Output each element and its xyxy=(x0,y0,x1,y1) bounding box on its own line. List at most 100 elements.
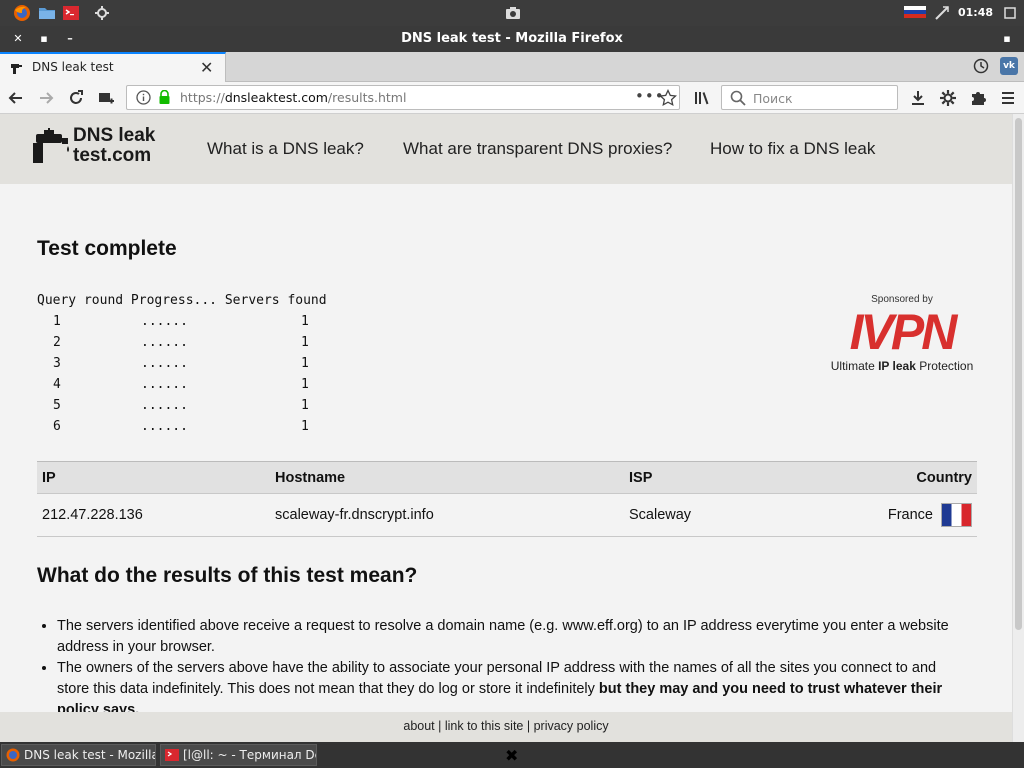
tap-favicon-icon xyxy=(10,61,24,80)
reload-button[interactable] xyxy=(65,87,87,109)
round-number: 4 xyxy=(53,377,61,392)
search-icon xyxy=(730,90,746,110)
firefox-icon[interactable] xyxy=(13,4,31,22)
network-icon[interactable] xyxy=(933,4,951,22)
query-round-row: 2...... 1 xyxy=(37,332,361,353)
system-panel: 01:48 xyxy=(0,0,1024,26)
country-name: France xyxy=(887,506,933,523)
taskbar-item-terminal[interactable]: [l@ll: ~ - Терминал De... xyxy=(160,744,317,766)
library-icon[interactable] xyxy=(691,87,713,109)
folder-icon[interactable] xyxy=(38,4,56,22)
table-row: 212.47.228.136 scaleway-fr.dnscrypt.info… xyxy=(37,493,977,537)
navigation-toolbar: https://dnsleaktest.com/results.html •••… xyxy=(0,82,1024,114)
col-hostname: Hostname xyxy=(270,461,624,494)
nav-how-to-fix[interactable]: How to fix a DNS leak xyxy=(710,139,875,159)
footer-separator: | xyxy=(523,719,534,733)
taskbar-item-label: [l@ll: ~ - Терминал De... xyxy=(183,748,316,762)
downloads-icon[interactable] xyxy=(907,87,929,109)
query-round-row: 4...... 1 xyxy=(37,374,361,395)
round-progress: ...... xyxy=(141,398,188,413)
round-servers: 1 xyxy=(301,419,309,434)
search-input[interactable]: Поиск xyxy=(753,91,793,106)
gear-icon[interactable] xyxy=(937,87,959,109)
site-logo[interactable]: DNS leak test.com xyxy=(73,126,155,166)
window-titlebar: ✕ ▪ – DNS leak test - Mozilla Firefox ▪ xyxy=(0,26,1024,52)
power-icon[interactable] xyxy=(1001,4,1019,22)
query-rounds-list: 1...... 1 2...... 1 3...... 1 4...... 1 5...... 1… xyxy=(37,311,361,437)
list-item: The servers identified above receive a r… xyxy=(57,616,967,658)
test-complete-heading: Test complete xyxy=(37,237,177,260)
footer-separator: | xyxy=(434,719,445,733)
col-ip: IP xyxy=(37,461,270,494)
url-bar[interactable]: https://dnsleaktest.com/results.html ••• xyxy=(126,85,680,110)
faucet-logo-icon[interactable] xyxy=(32,128,72,172)
footer-about-link[interactable]: about xyxy=(403,719,434,733)
round-servers: 1 xyxy=(301,377,309,392)
back-button[interactable] xyxy=(5,87,27,109)
round-number: 6 xyxy=(53,419,61,434)
query-columns-header: Query round Progress... Servers found xyxy=(37,293,327,308)
terminal-icon[interactable] xyxy=(62,4,80,22)
nav-transparent-dns-proxies[interactable]: What are transparent DNS proxies? xyxy=(403,139,672,159)
results-meaning-heading: What do the results of this test mean? xyxy=(37,564,418,587)
round-servers: 1 xyxy=(301,398,309,413)
footer-link-to-site[interactable]: link to this site xyxy=(445,719,524,733)
page-content: DNS leak test.com What is a DNS leak? Wh… xyxy=(0,114,1012,712)
firefox-icon xyxy=(6,748,20,762)
results-header-row: IP Hostname ISP Country xyxy=(37,461,977,494)
window-menu-icon[interactable]: ▪ xyxy=(999,31,1015,47)
search-bar[interactable]: Поиск xyxy=(721,85,898,110)
taskbar-item-firefox[interactable]: DNS leak test - Mozilla ... xyxy=(1,744,156,766)
vk-icon[interactable]: vk xyxy=(1000,57,1018,75)
results-explanation-list: The servers identified above receive a r… xyxy=(37,616,967,712)
tab-title: DNS leak test xyxy=(32,60,114,74)
site-header: DNS leak test.com What is a DNS leak? Wh… xyxy=(0,114,1012,184)
close-tab-icon[interactable]: ✕ xyxy=(200,58,213,77)
taskbar: DNS leak test - Mozilla ... [l@ll: ~ - Т… xyxy=(0,742,1024,768)
list-item: The owners of the servers above have the… xyxy=(57,658,967,712)
footer-privacy-link[interactable]: privacy policy xyxy=(534,719,609,733)
france-flag-icon xyxy=(941,503,972,527)
sponsor-block[interactable]: Sponsored by IVPN Ultimate IP leak Prote… xyxy=(822,294,982,373)
russia-flag-icon[interactable] xyxy=(904,4,926,22)
cell-hostname: scaleway-fr.dnscrypt.info xyxy=(270,493,624,537)
round-number: 3 xyxy=(53,356,61,371)
clock[interactable]: 01:48 xyxy=(958,6,993,19)
info-icon[interactable] xyxy=(136,90,151,109)
round-servers: 1 xyxy=(301,314,309,329)
round-number: 2 xyxy=(53,335,61,350)
secure-lock-icon[interactable] xyxy=(158,89,171,109)
scrollbar-thumb[interactable] xyxy=(1015,118,1022,630)
forward-button[interactable] xyxy=(35,87,57,109)
extensions-puzzle-icon[interactable] xyxy=(967,87,989,109)
cell-isp: Scaleway xyxy=(624,493,778,537)
round-progress: ...... xyxy=(141,419,188,434)
cell-country: France xyxy=(777,493,977,537)
page-scrollbar[interactable] xyxy=(1012,114,1024,742)
close-icon[interactable]: ✖ xyxy=(505,746,518,765)
tab-strip: DNS leak test ✕ vk xyxy=(0,52,1024,83)
settings-icon[interactable] xyxy=(93,4,111,22)
query-rounds: Query round Progress... Servers found 1.… xyxy=(37,290,361,437)
round-servers: 1 xyxy=(301,335,309,350)
menu-hamburger-icon[interactable] xyxy=(997,87,1019,109)
results-table: IP Hostname ISP Country 212.47.228.136 s… xyxy=(37,461,977,537)
nav-what-is-dns-leak[interactable]: What is a DNS leak? xyxy=(207,139,364,159)
round-number: 1 xyxy=(53,314,61,329)
ivpn-logo[interactable]: IVPN xyxy=(822,307,982,357)
logo-line1: DNS leak xyxy=(73,125,156,146)
tab-dns-leak-test[interactable]: DNS leak test ✕ xyxy=(0,52,226,83)
url-text[interactable]: https://dnsleaktest.com/results.html xyxy=(180,90,406,105)
round-progress: ...... xyxy=(141,314,188,329)
new-container-icon[interactable] xyxy=(95,87,117,109)
query-round-row: 1...... 1 xyxy=(37,311,361,332)
bookmark-star-icon[interactable] xyxy=(659,88,677,111)
ivpn-tagline: Ultimate IP leak Protection xyxy=(830,359,974,373)
terminal-icon xyxy=(165,748,179,762)
screenshot-icon[interactable] xyxy=(504,4,522,22)
query-round-row: 6...... 1 xyxy=(37,416,361,437)
logo-line2: test.com xyxy=(73,145,152,166)
window-title: DNS leak test - Mozilla Firefox xyxy=(401,31,623,46)
history-icon[interactable] xyxy=(972,57,990,79)
site-footer: about | link to this site | privacy poli… xyxy=(0,712,1012,742)
